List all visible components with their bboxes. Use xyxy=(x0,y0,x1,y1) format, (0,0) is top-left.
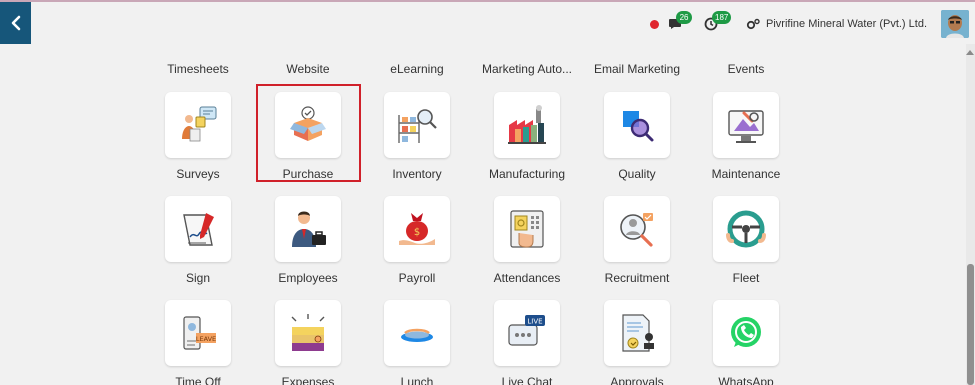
app-payroll[interactable]: $ Payroll xyxy=(362,196,472,285)
user-avatar[interactable] xyxy=(941,10,969,38)
app-purchase[interactable]: Purchase xyxy=(253,92,363,181)
chevron-left-icon xyxy=(11,15,20,31)
app-tile xyxy=(165,196,231,262)
app-approvals[interactable]: Approvals xyxy=(582,300,692,385)
app-whatsapp[interactable]: WhatsApp xyxy=(691,300,801,385)
app-tile xyxy=(384,300,450,366)
attendances-icon xyxy=(510,210,544,248)
approvals-icon xyxy=(622,314,654,352)
messages-button[interactable]: 26 xyxy=(668,11,694,35)
scroll-up-arrow-icon[interactable] xyxy=(966,50,974,55)
app-label: Manufacturing xyxy=(488,167,566,181)
scrollbar-thumb[interactable] xyxy=(967,264,974,385)
app-fleet[interactable]: Fleet xyxy=(691,196,801,285)
app-tile xyxy=(275,300,341,366)
payroll-icon: $ xyxy=(399,213,435,245)
app-surveys[interactable]: Surveys xyxy=(143,92,253,181)
status-dot[interactable] xyxy=(650,19,660,29)
app-tile xyxy=(604,196,670,262)
app-label: Inventory xyxy=(392,167,442,181)
app-label: Expenses xyxy=(281,375,335,385)
app-tile xyxy=(494,92,560,158)
app-email-marketing[interactable]: Email Marketing xyxy=(582,62,692,76)
app-tile xyxy=(494,196,560,262)
app-lunch[interactable]: Lunch xyxy=(362,300,472,385)
maintenance-icon xyxy=(728,110,764,143)
expenses-icon xyxy=(291,314,325,351)
app-live-chat[interactable]: LIVE Live Chat xyxy=(472,300,582,385)
app-tile xyxy=(713,92,779,158)
quality-icon xyxy=(623,111,654,142)
company-switcher[interactable]: Pivrifine Mineral Water (Pvt.) Ltd. xyxy=(746,18,927,30)
app-label: WhatsApp xyxy=(718,375,774,385)
app-timesheets[interactable]: Timesheets xyxy=(143,62,253,76)
app-attendances[interactable]: Attendances xyxy=(472,196,582,285)
messages-badge: 26 xyxy=(676,11,693,24)
app-manufacturing[interactable]: Manufacturing xyxy=(472,92,582,181)
app-label: Time Off xyxy=(175,375,221,385)
svg-text:$: $ xyxy=(414,227,420,238)
fleet-icon xyxy=(726,210,766,248)
app-tile xyxy=(713,196,779,262)
app-label: Approvals xyxy=(610,375,664,385)
app-label: Payroll xyxy=(398,271,436,285)
app-marketing-automation[interactable]: Marketing Auto... xyxy=(472,62,582,76)
whatsapp-icon xyxy=(731,317,761,347)
app-label: Quality xyxy=(618,167,656,181)
app-tile xyxy=(384,92,450,158)
app-tile: LEAVE xyxy=(165,300,231,366)
app-time-off[interactable]: LEAVE Time Off xyxy=(143,300,253,385)
app-label: Attendances xyxy=(493,271,561,285)
app-label: Sign xyxy=(185,271,211,285)
activities-button[interactable]: 187 xyxy=(704,11,732,35)
svg-text:LEAVE: LEAVE xyxy=(196,335,216,343)
app-tile: $ xyxy=(384,196,450,262)
top-accent-line xyxy=(0,0,975,2)
app-label: Recruitment xyxy=(604,271,670,285)
company-name: Pivrifine Mineral Water (Pvt.) Ltd. xyxy=(766,18,927,30)
app-label: Surveys xyxy=(176,167,220,181)
time-off-icon: LEAVE xyxy=(183,316,216,350)
live-chat-icon: LIVE xyxy=(508,315,545,346)
app-tile: LIVE xyxy=(494,300,560,366)
app-label: Live Chat xyxy=(501,375,553,385)
purchase-icon xyxy=(290,106,326,141)
gears-icon xyxy=(746,18,760,30)
app-expenses[interactable]: Expenses xyxy=(253,300,363,385)
app-sign[interactable]: Sign xyxy=(143,196,253,285)
app-label: Lunch xyxy=(400,375,434,385)
app-employees[interactable]: Employees xyxy=(253,196,363,285)
app-maintenance[interactable]: Maintenance xyxy=(691,92,801,181)
app-tile xyxy=(604,300,670,366)
topbar-systray: 26 187 Pivrifine Mineral Water (Pvt.) Lt… xyxy=(650,8,975,40)
app-website[interactable]: Website xyxy=(253,62,363,76)
app-elearning[interactable]: eLearning xyxy=(362,62,472,76)
back-button[interactable] xyxy=(0,2,31,44)
sign-icon xyxy=(183,213,214,246)
surveys-icon xyxy=(182,106,217,142)
app-label: Purchase xyxy=(282,167,334,181)
app-tile xyxy=(275,92,341,158)
avatar-icon xyxy=(941,10,969,38)
app-label: Maintenance xyxy=(711,167,781,181)
app-tile xyxy=(604,92,670,158)
recruitment-icon xyxy=(620,213,653,247)
app-recruitment[interactable]: Recruitment xyxy=(582,196,692,285)
employees-icon xyxy=(292,211,326,247)
app-inventory[interactable]: Inventory xyxy=(362,92,472,181)
lunch-icon xyxy=(401,328,433,342)
activities-badge: 187 xyxy=(712,11,732,24)
manufacturing-icon xyxy=(508,105,546,144)
app-events[interactable]: Events xyxy=(691,62,801,76)
inventory-icon xyxy=(398,109,437,143)
svg-text:LIVE: LIVE xyxy=(527,318,542,326)
app-label: Fleet xyxy=(732,271,760,285)
app-tile xyxy=(165,92,231,158)
app-quality[interactable]: Quality xyxy=(582,92,692,181)
app-tile xyxy=(713,300,779,366)
app-label: Employees xyxy=(278,271,338,285)
app-tile xyxy=(275,196,341,262)
